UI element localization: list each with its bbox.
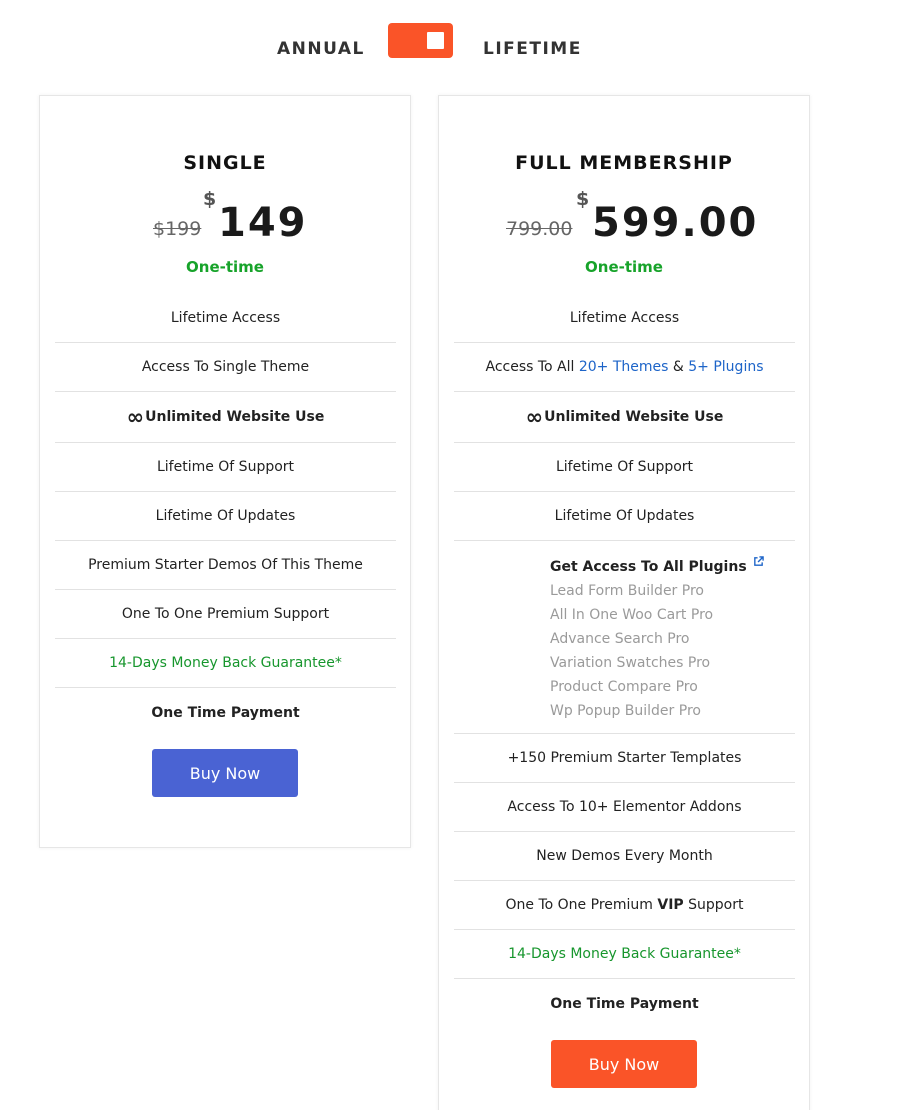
feature-item: One Time Payment — [550, 995, 699, 1012]
feature-item: Lifetime Of Updates — [55, 492, 396, 541]
feature-item: ∞ Unlimited Website Use — [55, 392, 396, 443]
plan-title: FULL MEMBERSHIP — [515, 152, 733, 174]
annual-label[interactable]: ANNUAL — [277, 39, 365, 59]
pricing-card-full-membership: FULL MEMBERSHIP 799.00 $ 599.00 One-time… — [438, 95, 810, 1110]
feature-item: Lifetime Of Support — [55, 443, 396, 492]
price: 149 — [218, 200, 308, 246]
lifetime-label[interactable]: LIFETIME — [483, 39, 582, 59]
plugins-link[interactable]: 5+ Plugins — [688, 359, 763, 375]
feature-list: Lifetime Access Access To Single Theme ∞… — [55, 294, 396, 737]
feature-item: Lifetime Of Updates — [454, 492, 795, 541]
feature-item: Lifetime Access — [454, 294, 795, 343]
plugin-item: Advance Search Pro — [550, 631, 690, 647]
feature-item: New Demos Every Month — [454, 832, 795, 881]
plugin-item: Product Compare Pro — [550, 679, 698, 695]
buy-now-button[interactable]: Buy Now — [152, 749, 298, 797]
plugins-list: Get Access To All Plugins Lead Form Buil… — [454, 541, 795, 734]
external-link-icon[interactable] — [753, 556, 764, 567]
feature-item: Access To Single Theme — [55, 343, 396, 392]
buy-now-button[interactable]: Buy Now — [551, 1040, 697, 1088]
feature-item: ∞ Unlimited Website Use — [454, 392, 795, 443]
feature-item: 14-Days Money Back Guarantee* — [454, 930, 795, 979]
feature-item: One Time Payment — [151, 704, 300, 721]
plugin-item: Lead Form Builder Pro — [550, 583, 704, 599]
billing-type: One-time — [585, 258, 663, 276]
price: 599.00 — [592, 200, 759, 246]
feature-item: Access To All 20+ Themes & 5+ Plugins — [454, 343, 795, 392]
plugins-title[interactable]: Get Access To All Plugins — [550, 556, 795, 578]
feature-item: One To One Premium VIP Support — [454, 881, 795, 930]
feature-list: Lifetime Access Access To All 20+ Themes… — [454, 294, 795, 1028]
billing-type: One-time — [186, 258, 264, 276]
pricing-card-single: SINGLE $199 $ 149 One-time Lifetime Acce… — [39, 95, 411, 848]
plugin-item: Variation Swatches Pro — [550, 655, 711, 671]
billing-toggle-row: ANNUAL LIFETIME — [0, 22, 899, 59]
feature-item: 14-Days Money Back Guarantee* — [55, 639, 396, 688]
themes-link[interactable]: 20+ Themes — [579, 359, 669, 375]
feature-item: +150 Premium Starter Templates — [454, 734, 795, 783]
toggle-knob — [427, 32, 444, 49]
infinity-icon: ∞ — [525, 405, 544, 429]
feature-item: Lifetime Of Support — [454, 443, 795, 492]
feature-item: Lifetime Access — [55, 294, 396, 343]
old-price: $199 — [153, 218, 202, 240]
currency-symbol: $ — [203, 188, 217, 210]
currency-symbol: $ — [576, 188, 590, 210]
plugin-item: Wp Popup Builder Pro — [550, 703, 701, 719]
plan-title: SINGLE — [183, 152, 267, 174]
infinity-icon: ∞ — [126, 405, 145, 429]
feature-item: Premium Starter Demos Of This Theme — [55, 541, 396, 590]
old-price: 799.00 — [506, 218, 573, 240]
feature-item: Access To 10+ Elementor Addons — [454, 783, 795, 832]
feature-item: One To One Premium Support — [55, 590, 396, 639]
plugin-item: All In One Woo Cart Pro — [550, 607, 714, 623]
billing-toggle-switch[interactable] — [388, 23, 453, 58]
